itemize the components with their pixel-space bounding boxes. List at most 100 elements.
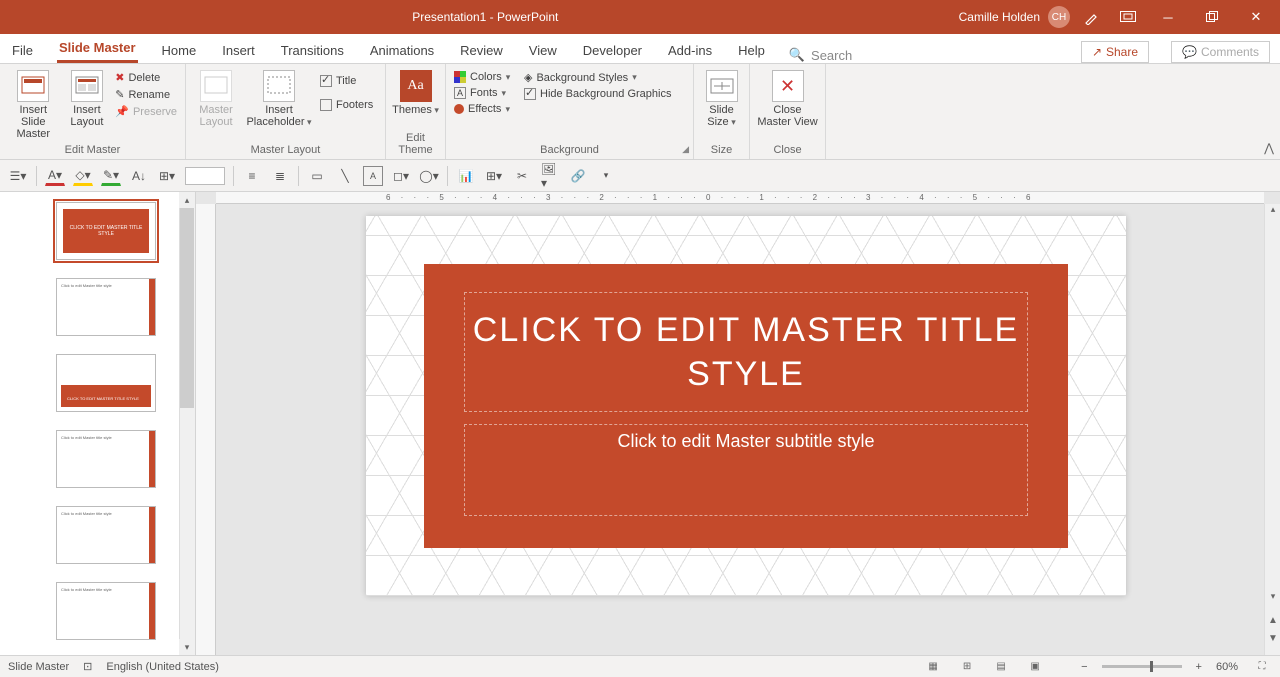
close-window-button[interactable]: ✕ [1238,0,1274,34]
rectangle-shape-button[interactable]: ▭ [307,166,327,186]
thumbnail-scrollbar[interactable]: ▴ ▾ [179,192,195,655]
link-button[interactable]: 🔗 [568,166,588,186]
colors-button[interactable]: Colors [452,70,518,84]
hide-bg-checkbox[interactable]: Hide Background Graphics [522,87,673,101]
close-master-view-button[interactable]: ✕ Close Master View [756,68,819,128]
thumbnail-layout-1[interactable]: Click to edit Master title style [56,278,156,336]
shape-style-select[interactable] [185,167,225,185]
zoom-handle[interactable] [1150,661,1153,672]
drawing-mode-icon[interactable] [1078,3,1106,31]
chart-button[interactable]: 📊 [456,166,476,186]
line-shape-button[interactable]: ╲ [335,166,355,186]
slide-size-button[interactable]: Slide Size [700,68,743,128]
align-left-button[interactable]: ≡ [242,166,262,186]
effects-icon [454,104,464,114]
display-settings-icon[interactable] [1114,3,1142,31]
status-language[interactable]: English (United States) [106,661,219,673]
arrange-button[interactable]: ⊞▾ [157,166,177,186]
normal-view-button[interactable]: ▦ [923,659,943,675]
preserve-button[interactable]: 📌Preserve [113,104,179,119]
zoom-slider[interactable] [1102,665,1182,668]
tab-review[interactable]: Review [458,37,505,63]
tab-slide-master[interactable]: Slide Master [57,34,138,63]
tab-developer[interactable]: Developer [581,37,644,63]
share-button[interactable]: ↗ Share [1081,41,1149,63]
tab-help[interactable]: Help [736,37,767,63]
align-center-button[interactable]: ≣ [270,166,290,186]
font-color-button[interactable]: A▾ [45,166,65,186]
thumbnail-layout-2[interactable]: CLICK TO EDIT MASTER TITLE STYLE [56,354,156,412]
status-bar: Slide Master ⊡ English (United States) ▦… [0,655,1280,677]
tab-view[interactable]: View [527,37,559,63]
fonts-button[interactable]: AFonts [452,86,518,100]
horizontal-ruler[interactable]: 6 · · · 5 · · · 4 · · · 3 · · · 2 · · · … [216,192,1264,204]
scroll-up-icon[interactable]: ▴ [179,192,195,208]
thumbnail-layout-4[interactable]: Click to edit Master title style [56,506,156,564]
tab-transitions[interactable]: Transitions [279,37,346,63]
insert-placeholder-button[interactable]: Insert Placeholder [244,68,314,128]
tab-addins[interactable]: Add-ins [666,37,714,63]
slideshow-view-button[interactable]: ▣ [1025,659,1045,675]
background-dialog-launcher[interactable]: ◢ [682,144,689,155]
background-styles-button[interactable]: ◈Background Styles [522,70,673,85]
prev-slide-button[interactable]: ▲ [1265,615,1280,631]
outline-color-button[interactable]: ✎▾ [101,166,121,186]
fit-to-window-button[interactable]: ⛶ [1252,659,1272,675]
scroll-down-icon[interactable]: ▾ [179,639,195,655]
maximize-button[interactable] [1194,0,1230,34]
thumbnail-layout-5[interactable]: Click to edit Master title style [56,582,156,640]
layout-icon [71,70,103,102]
accessibility-icon[interactable]: ⊡ [83,660,92,673]
effects-button[interactable]: Effects [452,102,518,116]
sort-button[interactable]: A↓ [129,166,149,186]
reading-view-button[interactable]: ▤ [991,659,1011,675]
align-objects-button[interactable]: ☰▾ [8,166,28,186]
zoom-out-button[interactable]: − [1081,661,1087,673]
thumbnail-master[interactable]: CLICK TO EDIT MASTER TITLE STYLE [56,202,156,260]
zoom-level[interactable]: 60% [1216,661,1238,673]
fill-color-button[interactable]: ◇▾ [73,166,93,186]
user-avatar[interactable]: CH [1048,6,1070,28]
shapes-menu-button[interactable]: ◻▾ [391,166,411,186]
title-placeholder[interactable]: CLICK TO EDIT MASTER TITLE STYLE [464,292,1028,412]
rename-button[interactable]: ✎Rename [113,87,179,102]
crop-button[interactable]: ✂ [512,166,532,186]
text-box-button[interactable]: A [363,166,383,186]
tab-insert[interactable]: Insert [220,37,257,63]
minimize-button[interactable]: ─ [1150,0,1186,34]
group-size: Slide Size Size [694,64,750,159]
more-commands-button[interactable]: ▾ [596,166,616,186]
group-label-size: Size [700,144,743,158]
thumbnail-panel: CLICK TO EDIT MASTER TITLE STYLE Click t… [0,192,196,655]
tab-file[interactable]: File [10,37,35,63]
table-button[interactable]: ⊞▾ [484,166,504,186]
footers-checkbox[interactable]: Footers [318,98,375,112]
scroll-thumb[interactable] [180,208,194,408]
slide-canvas[interactable]: CLICK TO EDIT MASTER TITLE STYLE Click t… [366,216,1126,596]
insert-slide-master-button[interactable]: Insert Slide Master [6,68,61,140]
insert-layout-button[interactable]: Insert Layout [65,68,110,128]
scroll-down-icon[interactable]: ▾ [1265,591,1280,607]
sorter-view-button[interactable]: ⊞ [957,659,977,675]
next-slide-button[interactable]: ▼ [1265,633,1280,649]
comments-button[interactable]: 💬 Comments [1171,41,1270,63]
zoom-in-button[interactable]: + [1196,661,1202,673]
more-shapes-button[interactable]: ◯▾ [419,166,439,186]
themes-button[interactable]: Aa Themes [392,68,439,116]
tab-animations[interactable]: Animations [368,37,436,63]
picture-button[interactable]: 🖼▾ [540,166,560,186]
group-background: Colors AFonts Effects ◈Background Styles… [446,64,694,159]
collapse-ribbon-button[interactable]: ⋀ [1264,141,1274,155]
tell-me-search[interactable]: 🔍 Search [789,47,852,63]
title-checkbox[interactable]: Title [318,74,375,88]
editor-scrollbar[interactable]: ▴ ▾ ▲ ▼ [1264,204,1280,655]
group-edit-theme: Aa Themes Edit Theme [386,64,446,159]
delete-button[interactable]: ✖Delete [113,70,179,85]
tab-home[interactable]: Home [160,37,199,63]
master-layout-icon [200,70,232,102]
scroll-up-icon[interactable]: ▴ [1265,204,1280,220]
vertical-ruler[interactable] [196,204,216,655]
subtitle-placeholder[interactable]: Click to edit Master subtitle style [464,424,1028,516]
thumbnail-layout-3[interactable]: Click to edit Master title style [56,430,156,488]
group-close: ✕ Close Master View Close [750,64,826,159]
